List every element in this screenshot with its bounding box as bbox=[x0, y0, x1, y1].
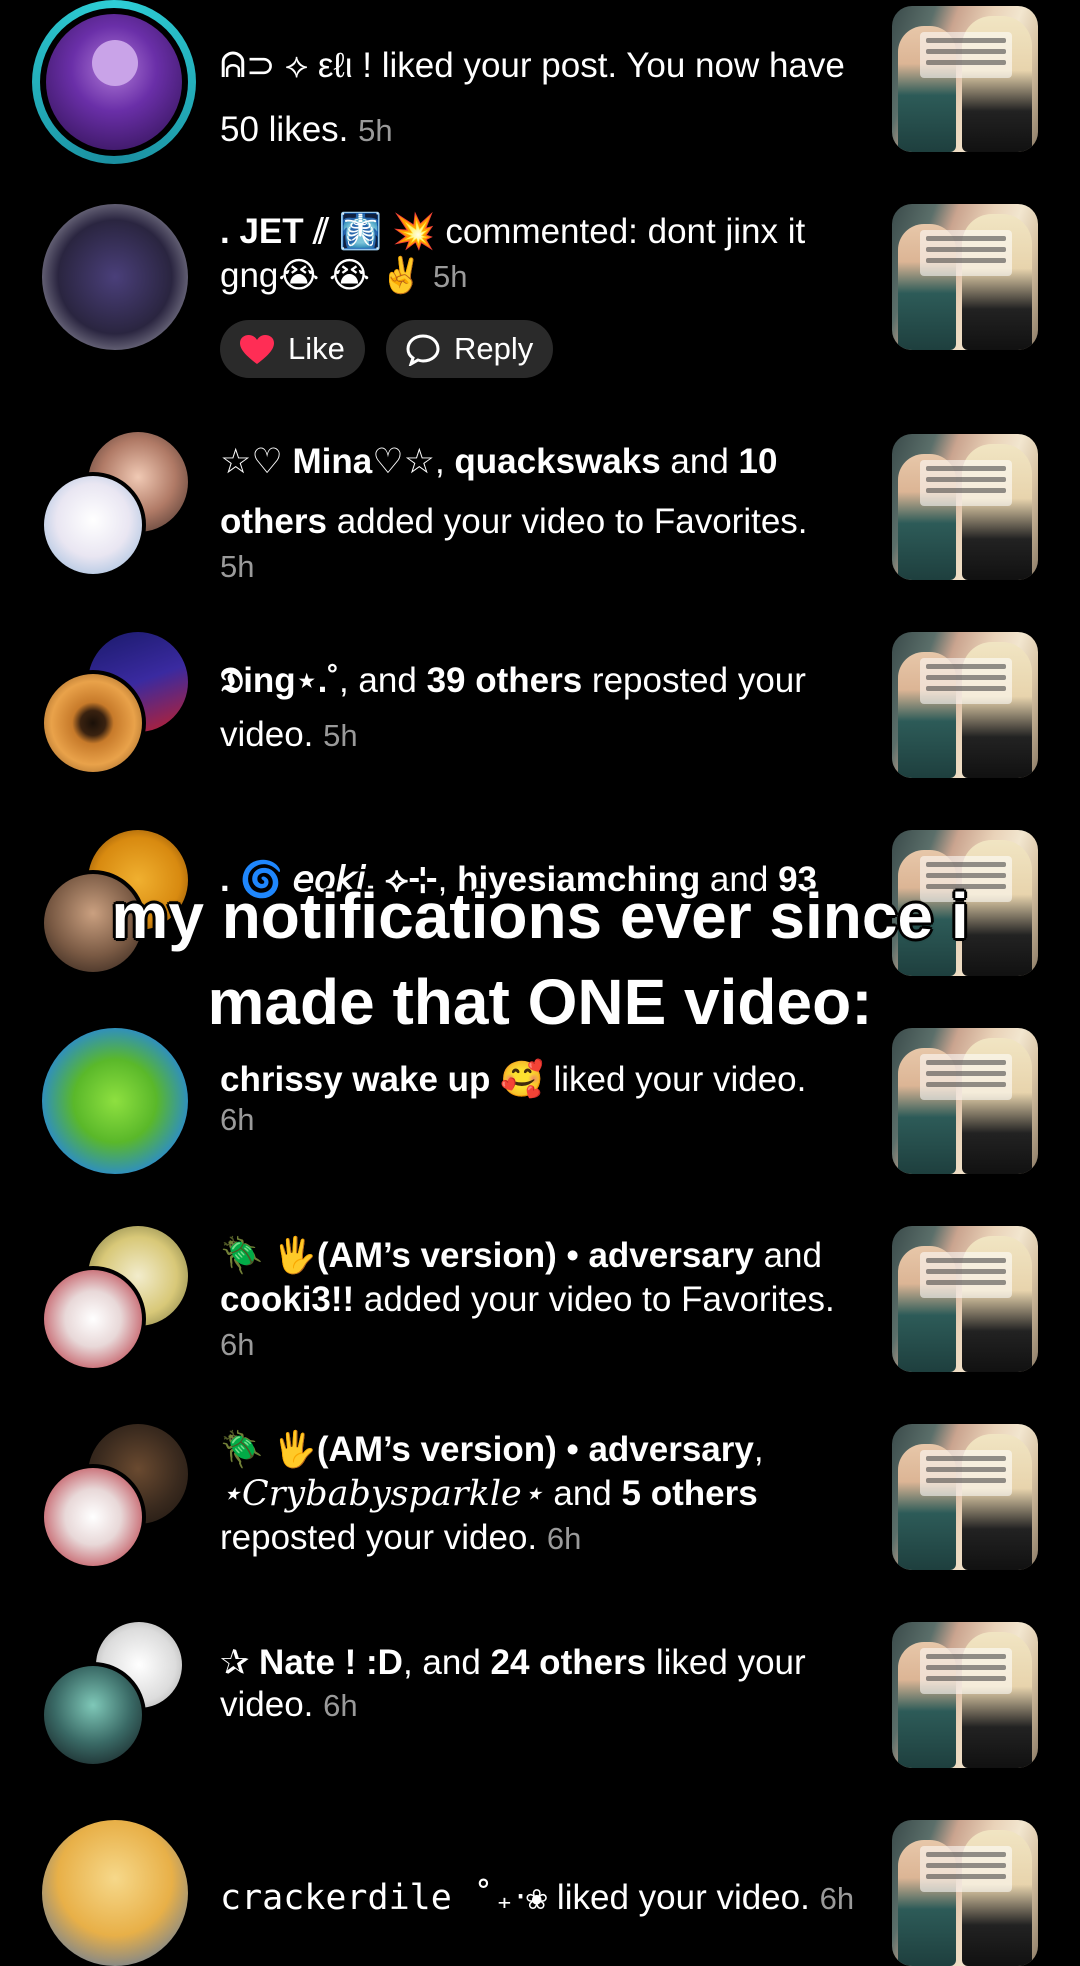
avatar-front[interactable] bbox=[40, 472, 146, 578]
timestamp: 5h bbox=[358, 113, 393, 148]
avatar[interactable] bbox=[42, 204, 188, 350]
heart-icon bbox=[240, 335, 274, 364]
avatar[interactable] bbox=[42, 1028, 188, 1174]
notification-text: ☆♡ Mina♡☆, quackswaks and 10 others adde… bbox=[220, 432, 870, 582]
username[interactable]: . JET ⫽ 🩻 💥 bbox=[220, 212, 436, 251]
notification-row[interactable]: chrissy wake up 🥰 liked your video. 6h bbox=[0, 1028, 1080, 1178]
notification-text: 🪲 🖐(AM’s version) • adversary, ⋆𝐶𝑟𝑦𝑏𝑎𝑏𝑦𝑠… bbox=[220, 1430, 764, 1557]
notification-text: ✰ Nate ! :D, and 24 others liked your vi… bbox=[220, 1643, 806, 1724]
username[interactable]: 🪲 🖐(AM’s version) • adversary bbox=[220, 1236, 754, 1275]
notification-row[interactable]: ᕱ⊃ ⟡ εℓι ! liked your post. You now have… bbox=[0, 0, 1080, 164]
avatar-front[interactable] bbox=[40, 1662, 146, 1768]
notification-row[interactable]: 𝕯ing⋆.˚, and 39 others reposted your vid… bbox=[0, 630, 1080, 780]
video-thumbnail[interactable] bbox=[892, 434, 1038, 580]
video-thumbnail[interactable] bbox=[892, 1622, 1038, 1768]
timestamp: 5h bbox=[220, 549, 255, 584]
video-thumbnail[interactable] bbox=[892, 1028, 1038, 1174]
notification-row[interactable]: ✰ Nate ! :D, and 24 others liked your vi… bbox=[0, 1622, 1080, 1772]
notification-text: chrissy wake up 🥰 liked your video. 6h bbox=[220, 1058, 870, 1138]
username[interactable]: ᕱ⊃ ⟡ εℓι ! bbox=[220, 46, 372, 85]
timestamp: 6h bbox=[220, 1102, 255, 1137]
username[interactable]: cooki3!! bbox=[220, 1280, 354, 1319]
username[interactable]: ☆♡ Mina♡☆ bbox=[220, 442, 435, 481]
notification-row[interactable]: 🪲 🖐(AM’s version) • adversary and cooki3… bbox=[0, 1226, 1080, 1376]
notification-row[interactable]: crackerdile ˚₊‧❀ liked your video. 6h bbox=[0, 1820, 1080, 1966]
username[interactable]: 🪲 🖐(AM’s version) • adversary bbox=[220, 1430, 754, 1469]
timestamp: 6h bbox=[546, 1521, 582, 1556]
notification-row[interactable]: ☆♡ Mina♡☆, quackswaks and 10 others adde… bbox=[0, 432, 1080, 592]
username[interactable]: ⋆𝐶𝑟𝑦𝑏𝑎𝑏𝑦𝑠𝑝𝑎𝑟𝑘𝑙𝑒⋆ bbox=[220, 1474, 544, 1514]
notification-text: 𝕯ing⋆.˚, and 39 others reposted your vid… bbox=[220, 661, 806, 754]
notification-text: . JET ⫽ 🩻 💥 commented: dont jinx it gng😭… bbox=[220, 212, 806, 295]
chat-bubble-icon bbox=[406, 334, 440, 366]
timestamp: 5h bbox=[323, 718, 358, 753]
like-button[interactable]: Like bbox=[220, 320, 365, 378]
caption-line-1: my notifications ever since i bbox=[111, 880, 969, 952]
avatar-front[interactable] bbox=[40, 1464, 146, 1570]
timestamp: 6h bbox=[323, 1688, 358, 1723]
video-thumbnail[interactable] bbox=[892, 6, 1038, 152]
notification-row[interactable]: 🪲 🖐(AM’s version) • adversary, ⋆𝐶𝑟𝑦𝑏𝑎𝑏𝑦𝑠… bbox=[0, 1424, 1080, 1584]
avatar-front[interactable] bbox=[40, 670, 146, 776]
video-thumbnail[interactable] bbox=[892, 1424, 1038, 1570]
video-thumbnail[interactable] bbox=[892, 204, 1038, 350]
video-thumbnail[interactable] bbox=[892, 1226, 1038, 1372]
notification-text: ᕱ⊃ ⟡ εℓι ! liked your post. You now have… bbox=[220, 46, 845, 149]
username[interactable]: chrissy wake up 🥰 bbox=[220, 1060, 544, 1099]
notification-text: crackerdile ˚₊‧❀ liked your video. 6h bbox=[220, 1878, 855, 1918]
username[interactable]: quackswaks bbox=[454, 442, 660, 481]
notification-text: 🪲 🖐(AM’s version) • adversary and cooki3… bbox=[220, 1236, 835, 1362]
timestamp: 6h bbox=[819, 1881, 855, 1916]
username[interactable]: crackerdile ˚₊‧❀ bbox=[220, 1878, 547, 1918]
timestamp: 5h bbox=[432, 259, 468, 294]
timestamp: 6h bbox=[220, 1327, 255, 1362]
reply-button[interactable]: Reply bbox=[386, 320, 554, 378]
username[interactable]: 𝕯ing⋆.˚ bbox=[220, 661, 339, 700]
avatar[interactable] bbox=[42, 1820, 188, 1966]
username[interactable]: ✰ Nate ! :D bbox=[220, 1643, 403, 1682]
video-thumbnail[interactable] bbox=[892, 632, 1038, 778]
video-thumbnail[interactable] bbox=[892, 1820, 1038, 1966]
notification-row[interactable]: . JET ⫽ 🩻 💥 commented: dont jinx it gng😭… bbox=[0, 200, 1080, 380]
avatar-front[interactable] bbox=[40, 1266, 146, 1372]
caption-line-2: made that ONE video: bbox=[207, 966, 873, 1038]
avatar[interactable] bbox=[32, 0, 196, 164]
